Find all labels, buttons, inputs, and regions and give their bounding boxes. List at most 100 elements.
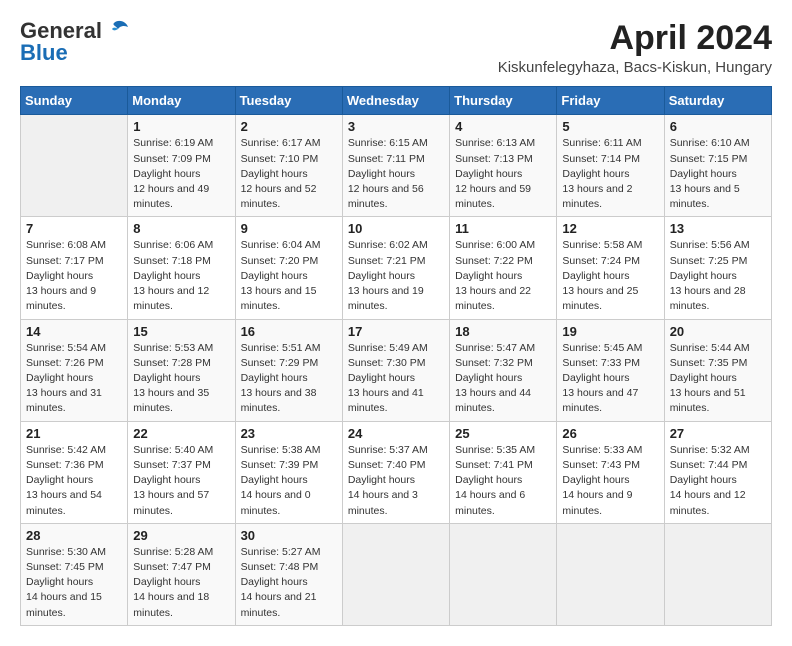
month-title: April 2024	[498, 20, 772, 57]
day-number: 12	[562, 221, 658, 236]
calendar-cell: 30 Sunrise: 5:27 AMSunset: 7:48 PMDayligh…	[235, 523, 342, 625]
calendar-cell: 29 Sunrise: 5:28 AMSunset: 7:47 PMDayligh…	[128, 523, 235, 625]
day-info: Sunrise: 6:04 AMSunset: 7:20 PMDaylight …	[241, 238, 337, 314]
day-number: 15	[133, 324, 229, 339]
calendar-cell: 13 Sunrise: 5:56 AMSunset: 7:25 PMDayligh…	[664, 217, 771, 319]
day-info: Sunrise: 6:15 AMSunset: 7:11 PMDaylight …	[348, 136, 444, 212]
logo-general-text: General	[20, 20, 102, 42]
calendar-cell: 21 Sunrise: 5:42 AMSunset: 7:36 PMDayligh…	[21, 421, 128, 523]
day-info: Sunrise: 6:17 AMSunset: 7:10 PMDaylight …	[241, 136, 337, 212]
calendar-cell: 6 Sunrise: 6:10 AMSunset: 7:15 PMDaylight…	[664, 115, 771, 217]
calendar-cell: 25 Sunrise: 5:35 AMSunset: 7:41 PMDayligh…	[450, 421, 557, 523]
day-number: 27	[670, 426, 766, 441]
day-number: 25	[455, 426, 551, 441]
calendar-cell	[342, 523, 449, 625]
day-number: 4	[455, 119, 551, 134]
day-number: 8	[133, 221, 229, 236]
day-info: Sunrise: 5:30 AMSunset: 7:45 PMDaylight …	[26, 545, 122, 621]
calendar-week-row: 7 Sunrise: 6:08 AMSunset: 7:17 PMDaylight…	[21, 217, 772, 319]
day-number: 18	[455, 324, 551, 339]
calendar-cell: 9 Sunrise: 6:04 AMSunset: 7:20 PMDaylight…	[235, 217, 342, 319]
day-info: Sunrise: 6:00 AMSunset: 7:22 PMDaylight …	[455, 238, 551, 314]
weekday-header-row: SundayMondayTuesdayWednesdayThursdayFrid…	[21, 87, 772, 115]
calendar-cell: 10 Sunrise: 6:02 AMSunset: 7:21 PMDayligh…	[342, 217, 449, 319]
calendar-week-row: 28 Sunrise: 5:30 AMSunset: 7:45 PMDayligh…	[21, 523, 772, 625]
calendar-cell: 18 Sunrise: 5:47 AMSunset: 7:32 PMDayligh…	[450, 319, 557, 421]
day-info: Sunrise: 6:10 AMSunset: 7:15 PMDaylight …	[670, 136, 766, 212]
day-number: 13	[670, 221, 766, 236]
weekday-header: Wednesday	[342, 87, 449, 115]
page-header: General Blue April 2024 Kiskunfelegyhaza…	[20, 20, 772, 76]
weekday-header: Saturday	[664, 87, 771, 115]
day-info: Sunrise: 5:58 AMSunset: 7:24 PMDaylight …	[562, 238, 658, 314]
day-info: Sunrise: 5:37 AMSunset: 7:40 PMDaylight …	[348, 443, 444, 519]
calendar-cell: 22Sunrise: 5:40 AMSunset: 7:37 PMDayligh…	[128, 421, 235, 523]
calendar-cell: 7 Sunrise: 6:08 AMSunset: 7:17 PMDaylight…	[21, 217, 128, 319]
day-number: 2	[241, 119, 337, 134]
weekday-header: Tuesday	[235, 87, 342, 115]
calendar-cell: 20 Sunrise: 5:44 AMSunset: 7:35 PMDayligh…	[664, 319, 771, 421]
day-number: 26	[562, 426, 658, 441]
day-info: Sunrise: 5:38 AMSunset: 7:39 PMDaylight …	[241, 443, 337, 519]
calendar-cell: 16Sunrise: 5:51 AMSunset: 7:29 PMDayligh…	[235, 319, 342, 421]
day-info: Sunrise: 5:45 AMSunset: 7:33 PMDaylight …	[562, 341, 658, 417]
day-info: Sunrise: 6:06 AMSunset: 7:18 PMDaylight …	[133, 238, 229, 314]
calendar-cell: 14Sunrise: 5:54 AMSunset: 7:26 PMDayligh…	[21, 319, 128, 421]
day-number: 30	[241, 528, 337, 543]
day-info: Sunrise: 5:44 AMSunset: 7:35 PMDaylight …	[670, 341, 766, 417]
day-info: Sunrise: 5:28 AMSunset: 7:47 PMDaylight …	[133, 545, 229, 621]
day-info: Sunrise: 5:53 AMSunset: 7:28 PMDaylight …	[133, 341, 229, 417]
day-number: 10	[348, 221, 444, 236]
calendar-cell: 26 Sunrise: 5:33 AMSunset: 7:43 PMDayligh…	[557, 421, 664, 523]
calendar-cell: 5Sunrise: 6:11 AMSunset: 7:14 PMDaylight…	[557, 115, 664, 217]
calendar-cell: 19 Sunrise: 5:45 AMSunset: 7:33 PMDayligh…	[557, 319, 664, 421]
calendar-cell: 11 Sunrise: 6:00 AMSunset: 7:22 PMDayligh…	[450, 217, 557, 319]
day-number: 24	[348, 426, 444, 441]
calendar-cell: 17 Sunrise: 5:49 AMSunset: 7:30 PMDayligh…	[342, 319, 449, 421]
day-info: Sunrise: 5:42 AMSunset: 7:36 PMDaylight …	[26, 443, 122, 519]
day-number: 3	[348, 119, 444, 134]
day-info: Sunrise: 5:49 AMSunset: 7:30 PMDaylight …	[348, 341, 444, 417]
day-number: 21	[26, 426, 122, 441]
day-number: 29	[133, 528, 229, 543]
day-info: Sunrise: 5:33 AMSunset: 7:43 PMDaylight …	[562, 443, 658, 519]
day-number: 20	[670, 324, 766, 339]
calendar-cell	[450, 523, 557, 625]
day-number: 7	[26, 221, 122, 236]
calendar-cell: 3 Sunrise: 6:15 AMSunset: 7:11 PMDaylight…	[342, 115, 449, 217]
calendar-cell: 27Sunrise: 5:32 AMSunset: 7:44 PMDayligh…	[664, 421, 771, 523]
logo-blue-text: Blue	[20, 42, 68, 64]
day-info: Sunrise: 5:40 AMSunset: 7:37 PMDaylight …	[133, 443, 229, 519]
calendar-cell: 23Sunrise: 5:38 AMSunset: 7:39 PMDayligh…	[235, 421, 342, 523]
day-number: 11	[455, 221, 551, 236]
calendar-cell	[557, 523, 664, 625]
day-number: 1	[133, 119, 229, 134]
calendar-week-row: 14Sunrise: 5:54 AMSunset: 7:26 PMDayligh…	[21, 319, 772, 421]
day-info: Sunrise: 5:54 AMSunset: 7:26 PMDaylight …	[26, 341, 122, 417]
day-number: 16	[241, 324, 337, 339]
logo: General Blue	[20, 20, 130, 64]
day-number: 19	[562, 324, 658, 339]
calendar-week-row: 21 Sunrise: 5:42 AMSunset: 7:36 PMDayligh…	[21, 421, 772, 523]
day-number: 28	[26, 528, 122, 543]
weekday-header: Sunday	[21, 87, 128, 115]
day-number: 5	[562, 119, 658, 134]
calendar-cell: 28 Sunrise: 5:30 AMSunset: 7:45 PMDayligh…	[21, 523, 128, 625]
day-info: Sunrise: 5:27 AMSunset: 7:48 PMDaylight …	[241, 545, 337, 621]
calendar-cell: 15 Sunrise: 5:53 AMSunset: 7:28 PMDayligh…	[128, 319, 235, 421]
weekday-header: Friday	[557, 87, 664, 115]
day-info: Sunrise: 6:19 AMSunset: 7:09 PMDaylight …	[133, 136, 229, 212]
calendar-cell	[664, 523, 771, 625]
day-number: 6	[670, 119, 766, 134]
calendar-cell: 8 Sunrise: 6:06 AMSunset: 7:18 PMDaylight…	[128, 217, 235, 319]
day-info: Sunrise: 6:08 AMSunset: 7:17 PMDaylight …	[26, 238, 122, 314]
day-number: 17	[348, 324, 444, 339]
calendar-cell	[21, 115, 128, 217]
day-info: Sunrise: 5:56 AMSunset: 7:25 PMDaylight …	[670, 238, 766, 314]
day-info: Sunrise: 6:02 AMSunset: 7:21 PMDaylight …	[348, 238, 444, 314]
calendar-cell: 1 Sunrise: 6:19 AMSunset: 7:09 PMDaylight…	[128, 115, 235, 217]
calendar-week-row: 1 Sunrise: 6:19 AMSunset: 7:09 PMDaylight…	[21, 115, 772, 217]
day-info: Sunrise: 5:47 AMSunset: 7:32 PMDaylight …	[455, 341, 551, 417]
day-info: Sunrise: 5:35 AMSunset: 7:41 PMDaylight …	[455, 443, 551, 519]
day-number: 9	[241, 221, 337, 236]
